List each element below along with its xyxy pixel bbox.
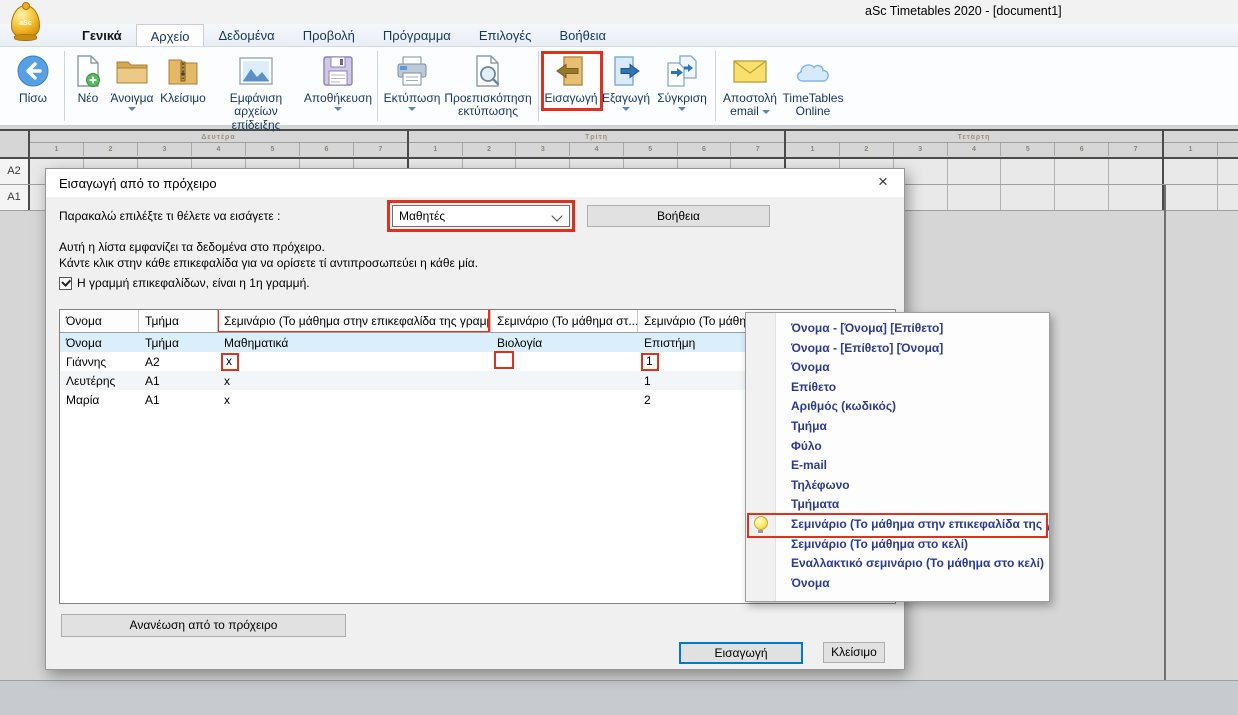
import-type-select[interactable]: Μαθητές xyxy=(392,205,570,227)
menu-item-name-last-first[interactable]: Όνομα - [Επίθετο] [Όνομα] xyxy=(746,339,1049,359)
tab-epiloges[interactable]: Επιλογές xyxy=(465,24,546,46)
menu-item-name-first-last[interactable]: Όνομα - [Όνομα] [Επίθετο] xyxy=(746,319,1049,339)
print-icon xyxy=(394,50,430,92)
help-button[interactable]: Βοήθεια xyxy=(587,205,770,227)
new-document-icon xyxy=(73,50,103,92)
menu-item-seminar-cell[interactable]: Σεμινάριο (Το μάθημα στο κελί) xyxy=(746,535,1049,555)
tab-archeio[interactable]: Αρχείο xyxy=(136,24,205,46)
menu-item-number-code[interactable]: Αριθμός (κωδικός) xyxy=(746,397,1049,417)
grid-corner-cell xyxy=(0,131,30,157)
back-icon xyxy=(15,50,51,92)
column-header-tmima[interactable]: Τμήμα xyxy=(139,310,218,332)
compare-dropdown-caret[interactable] xyxy=(678,107,686,111)
grid-day-wednesday: Τετάρτη 1234567 xyxy=(786,131,1164,157)
info-line-2: Κάντε κλικ στην κάθε επικεφαλίδα για να … xyxy=(59,256,478,270)
new-button[interactable]: Νέο xyxy=(69,50,107,105)
print-preview-button[interactable]: Προεπισκόπηση εκτύπωσης xyxy=(442,50,534,119)
dialog-close-icon[interactable]: × xyxy=(862,169,904,197)
bottom-bar xyxy=(0,680,1238,715)
close-file-button[interactable]: Κλείσιμο xyxy=(157,50,209,105)
tab-voitheia[interactable]: Βοήθεια xyxy=(545,24,620,46)
dialog-close-button[interactable]: Κλείσιμο xyxy=(823,642,885,663)
ribbon-separator xyxy=(377,51,378,121)
timetables-online-button[interactable]: TimeTables Online xyxy=(780,50,846,119)
dialog-title: Εισαγωγή από το πρόχειρο xyxy=(46,169,904,197)
grid-day-monday: Δευτέρα 1234567 xyxy=(30,131,409,157)
open-button[interactable]: Άνοιγμα xyxy=(107,50,157,111)
print-dropdown-caret[interactable] xyxy=(408,107,416,111)
ribbon-separator xyxy=(64,51,65,121)
email-icon xyxy=(731,50,769,92)
menu-item-seminar-row-header[interactable]: Σεμινάριο (Το μάθημα στην επικεφαλίδα τη… xyxy=(746,515,1049,535)
window-title: aSc Timetables 2020 - [document1] xyxy=(865,4,1062,18)
ribbon-tab-bar: Γενικά Αρχείο Δεδομένα Προβολή Πρόγραμμα… xyxy=(0,24,1238,47)
save-dropdown-caret[interactable] xyxy=(334,107,342,111)
send-email-button[interactable]: Αποστολή email xyxy=(720,50,780,119)
cell-annotation-box: 1 xyxy=(641,353,659,371)
menu-item-classes[interactable]: Τμήματα xyxy=(746,495,1049,515)
demo-files-icon xyxy=(237,50,275,92)
menu-item-last-name[interactable]: Επίθετο xyxy=(746,378,1049,398)
header-row-checkbox-label: Η γραμμή επικεφαλίδων, είναι η 1η γραμμή… xyxy=(77,276,310,290)
header-row-checkbox[interactable] xyxy=(59,277,72,290)
menu-item-alt-seminar-cell[interactable]: Εναλλακτικό σεμινάριο (Το μάθημα στο κελ… xyxy=(746,554,1049,574)
menu-item-first-name[interactable]: Όνομα xyxy=(746,358,1049,378)
print-preview-icon xyxy=(471,50,505,92)
column-header-onoma[interactable]: Όνομα xyxy=(60,310,139,332)
tab-dedomena[interactable]: Δεδομένα xyxy=(204,24,288,46)
tab-provoli[interactable]: Προβολή xyxy=(289,24,369,46)
menu-item-name[interactable]: Όνομα xyxy=(746,574,1049,594)
close-folder-icon xyxy=(165,50,201,92)
show-demo-files-button[interactable]: Εμφάνιση αρχείων επίδειξης xyxy=(209,50,303,132)
import-button[interactable]: Εισαγωγή xyxy=(543,50,599,105)
refresh-from-clipboard-button[interactable]: Ανανέωση από το πρόχειρο xyxy=(61,614,346,637)
compare-icon xyxy=(663,50,701,92)
chevron-down-icon xyxy=(551,210,562,221)
tab-genika[interactable]: Γενικά xyxy=(68,24,136,46)
save-icon xyxy=(321,50,355,92)
dialog-import-button[interactable]: Εισαγωγή xyxy=(679,642,803,664)
ribbon: Πίσω Νέο Άνοιγμα Κλείσιμο Εμφάνιση αρχεί… xyxy=(0,47,1238,126)
menu-item-class[interactable]: Τμήμα xyxy=(746,417,1049,437)
cloud-icon xyxy=(793,50,833,92)
grid-day-tuesday: Τρίτη 1234567 xyxy=(409,131,786,157)
export-dropdown-caret[interactable] xyxy=(622,107,630,111)
compare-button[interactable]: Σύγκριση xyxy=(653,50,711,111)
tab-programma[interactable]: Πρόγραμμα xyxy=(369,24,465,46)
row-label-a1: A1 xyxy=(0,185,30,210)
asc-bell-logo-icon[interactable]: aSc xyxy=(8,3,42,45)
ribbon-separator xyxy=(538,51,539,121)
menu-item-email[interactable]: E-mail xyxy=(746,456,1049,476)
menu-item-gender[interactable]: Φύλο xyxy=(746,437,1049,457)
print-button[interactable]: Εκτύπωση xyxy=(382,50,442,111)
grid-day-separator-line xyxy=(1164,185,1166,680)
cell-annotation-box: x xyxy=(221,353,239,371)
cell-annotation-box xyxy=(494,351,514,369)
row-label-a2: A2 xyxy=(0,159,30,184)
email-dropdown-caret[interactable] xyxy=(762,110,770,114)
menu-item-phone[interactable]: Τηλέφωνο xyxy=(746,476,1049,496)
grid-day-partial: 1 xyxy=(1164,131,1238,157)
ribbon-separator xyxy=(715,51,716,121)
lightbulb-icon xyxy=(754,516,768,530)
open-dropdown-caret[interactable] xyxy=(128,107,136,111)
back-button[interactable]: Πίσω xyxy=(6,50,60,105)
import-icon xyxy=(553,50,589,92)
import-type-prompt: Παρακαλώ επιλέξτε τι θέλετε να εισάγετε … xyxy=(59,209,280,223)
export-button[interactable]: Εξαγωγή xyxy=(599,50,653,111)
info-line-1: Αυτή η λίστα εμφανίζει τα δεδομένα στο π… xyxy=(59,240,325,254)
export-icon xyxy=(608,50,644,92)
save-button[interactable]: Αποθήκευση xyxy=(303,50,373,111)
column-header-seminario-row[interactable]: Σεμινάριο (Το μάθημα στην επικεφαλίδα τη… xyxy=(218,310,491,332)
title-bar: aSc Timetables 2020 - [document1] xyxy=(0,0,1238,24)
open-folder-icon xyxy=(114,50,150,92)
column-header-seminario-cell[interactable]: Σεμινάριο (Το μάθημα στ... xyxy=(491,310,638,332)
column-type-context-menu: Όνομα - [Όνομα] [Επίθετο] Όνομα - [Επίθε… xyxy=(745,312,1050,602)
